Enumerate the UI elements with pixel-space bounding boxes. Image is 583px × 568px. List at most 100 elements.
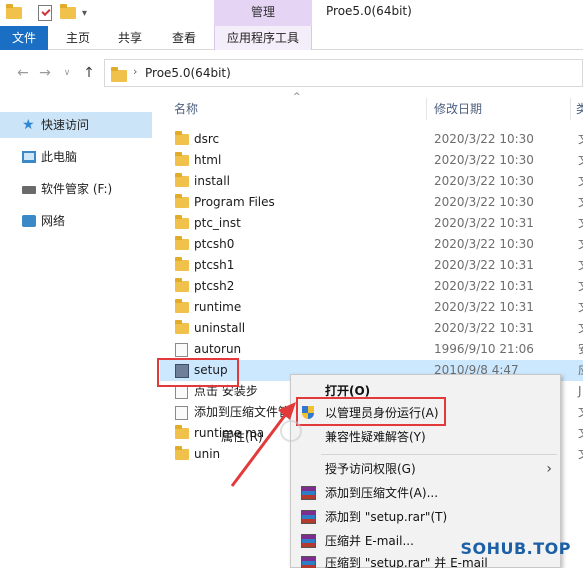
file-type: 文: [578, 423, 583, 444]
properties-ghost-label: 属性(R): [221, 430, 263, 444]
folder-icon: [175, 215, 189, 229]
file-name: Program Files: [194, 195, 275, 209]
run-as-admin-highlight-frame: [296, 397, 446, 426]
winrar-icon: [301, 534, 316, 548]
folder-icon: [175, 425, 189, 439]
sidebar-item-label: 此电脑: [41, 150, 78, 164]
breadcrumb-separator-icon[interactable]: ›: [133, 65, 137, 78]
manage-contextual-tab[interactable]: 管理: [214, 0, 312, 26]
folder-icon: [175, 173, 189, 187]
file-date: 2020/3/22 10:30: [434, 132, 534, 146]
file-date: 2020/3/22 10:30: [434, 153, 534, 167]
file-type: 文: [578, 213, 583, 234]
file-type: 文: [578, 297, 583, 318]
file-date: 2020/3/22 10:31: [434, 279, 534, 293]
file-type: 文: [578, 171, 583, 192]
menu-item-give-access[interactable]: 授予访问权限(G) ›: [291, 457, 562, 481]
setup-highlight-frame: [157, 358, 239, 387]
file-name: uninstall: [194, 321, 246, 335]
folder-icon: [175, 446, 189, 460]
recent-locations-chevron-icon[interactable]: ∨: [58, 64, 76, 82]
menu-item-add-to-archive[interactable]: 添加到压缩文件(A)...: [291, 481, 562, 505]
column-divider[interactable]: [570, 98, 571, 120]
title-bar: ▾ 管理 Proe5.0(64bit): [0, 0, 583, 26]
back-arrow-icon[interactable]: ←: [14, 64, 32, 82]
list-item[interactable]: ptcsh1 2020/3/22 10:31 文: [160, 255, 583, 276]
tab-file[interactable]: 文件: [0, 26, 48, 50]
column-divider[interactable]: [426, 98, 427, 120]
file-type: 文: [578, 192, 583, 213]
file-type: 文: [578, 444, 583, 465]
column-header-date[interactable]: 修改日期: [434, 96, 482, 122]
list-item[interactable]: ptcsh0 2020/3/22 10:30 文: [160, 234, 583, 255]
folder-icon: [175, 278, 189, 292]
menu-item-label: 压缩并 E-mail...: [325, 534, 414, 548]
sidebar-item-quick-access[interactable]: ★ 快速访问: [0, 112, 152, 138]
forward-arrow-icon[interactable]: →: [36, 64, 54, 82]
document-icon: [175, 406, 188, 420]
sidebar-item-drive-f[interactable]: 软件管家 (F:): [0, 176, 152, 202]
list-item[interactable]: dsrc 2020/3/22 10:30 文: [160, 129, 583, 150]
file-date: 2020/3/22 10:30: [434, 195, 534, 209]
breadcrumb-path[interactable]: Proe5.0(64bit): [145, 66, 231, 80]
file-type: 文: [578, 402, 583, 423]
list-item[interactable]: ptc_inst 2020/3/22 10:31 文: [160, 213, 583, 234]
sidebar-item-label: 软件管家 (F:): [41, 182, 113, 196]
tab-view[interactable]: 查看: [164, 26, 204, 50]
file-date: 2020/3/22 10:30: [434, 174, 534, 188]
menu-separator: [321, 454, 557, 455]
folder-icon: [175, 320, 189, 334]
file-name: dsrc: [194, 132, 220, 146]
file-date: 2020/3/22 10:31: [434, 216, 534, 230]
list-item[interactable]: uninstall 2020/3/22 10:31 文: [160, 318, 583, 339]
file-name: ptcsh2: [194, 279, 235, 293]
sidebar-item-this-pc[interactable]: 此电脑: [0, 144, 152, 170]
sidebar-item-label: 快速访问: [41, 118, 90, 132]
menu-item-troubleshoot-compatibility[interactable]: 兼容性疑难解答(Y): [291, 425, 562, 449]
up-arrow-icon[interactable]: ↑: [80, 64, 98, 82]
navigation-pane: ★ 快速访问 此电脑 软件管家 (F:) 网络: [0, 96, 152, 568]
list-item[interactable]: Program Files 2020/3/22 10:30 文: [160, 192, 583, 213]
ribbon-tabs: 文件 主页 共享 查看 应用程序工具: [0, 26, 583, 50]
file-type: 安: [578, 339, 583, 360]
winrar-icon: [301, 486, 316, 500]
quick-access-folder-icon[interactable]: [6, 4, 22, 22]
new-folder-icon[interactable]: [60, 4, 76, 22]
list-item[interactable]: autorun 1996/9/10 21:06 安: [160, 339, 583, 360]
star-icon: ★: [22, 117, 35, 133]
folder-icon: [175, 131, 189, 145]
folder-icon: [175, 152, 189, 166]
tab-home[interactable]: 主页: [58, 26, 98, 50]
column-header-name[interactable]: 名称: [174, 96, 198, 122]
file-type: 文: [578, 318, 583, 339]
menu-item-label: 添加到压缩文件(A)...: [325, 486, 439, 500]
winrar-icon: [301, 510, 316, 524]
folder-icon: [175, 299, 189, 313]
sidebar-item-network[interactable]: 网络: [0, 208, 152, 234]
column-header-type[interactable]: 类: [576, 96, 583, 122]
tab-share[interactable]: 共享: [110, 26, 150, 50]
address-bar[interactable]: › Proe5.0(64bit): [104, 59, 583, 87]
file-name: html: [194, 153, 222, 167]
list-item[interactable]: install 2020/3/22 10:30 文: [160, 171, 583, 192]
list-item[interactable]: html 2020/3/22 10:30 文: [160, 150, 583, 171]
pane-splitter[interactable]: [152, 96, 160, 568]
properties-check-icon[interactable]: [38, 4, 52, 22]
menu-item-label: 兼容性疑难解答(Y): [325, 430, 426, 444]
submenu-chevron-icon: ›: [546, 461, 552, 477]
watermark: SOHUB.TOP: [460, 539, 571, 558]
file-date: 1996/9/10 21:06: [434, 342, 534, 356]
list-item[interactable]: ptcsh2 2020/3/22 10:31 文: [160, 276, 583, 297]
customize-toolbar-dropdown-icon[interactable]: ▾: [82, 4, 87, 22]
tab-application-tools[interactable]: 应用程序工具: [214, 26, 312, 50]
network-icon: [22, 215, 36, 227]
autorun-file-icon: [175, 343, 188, 357]
document-icon: [175, 385, 188, 399]
folder-icon: [175, 236, 189, 250]
list-item[interactable]: runtime 2020/3/22 10:31 文: [160, 297, 583, 318]
file-type: 文: [578, 234, 583, 255]
drive-icon: [22, 186, 36, 194]
file-name: ptc_inst: [194, 216, 241, 230]
window-title: Proe5.0(64bit): [326, 4, 412, 18]
menu-item-add-to-setup-rar[interactable]: 添加到 "setup.rar"(T): [291, 505, 562, 529]
